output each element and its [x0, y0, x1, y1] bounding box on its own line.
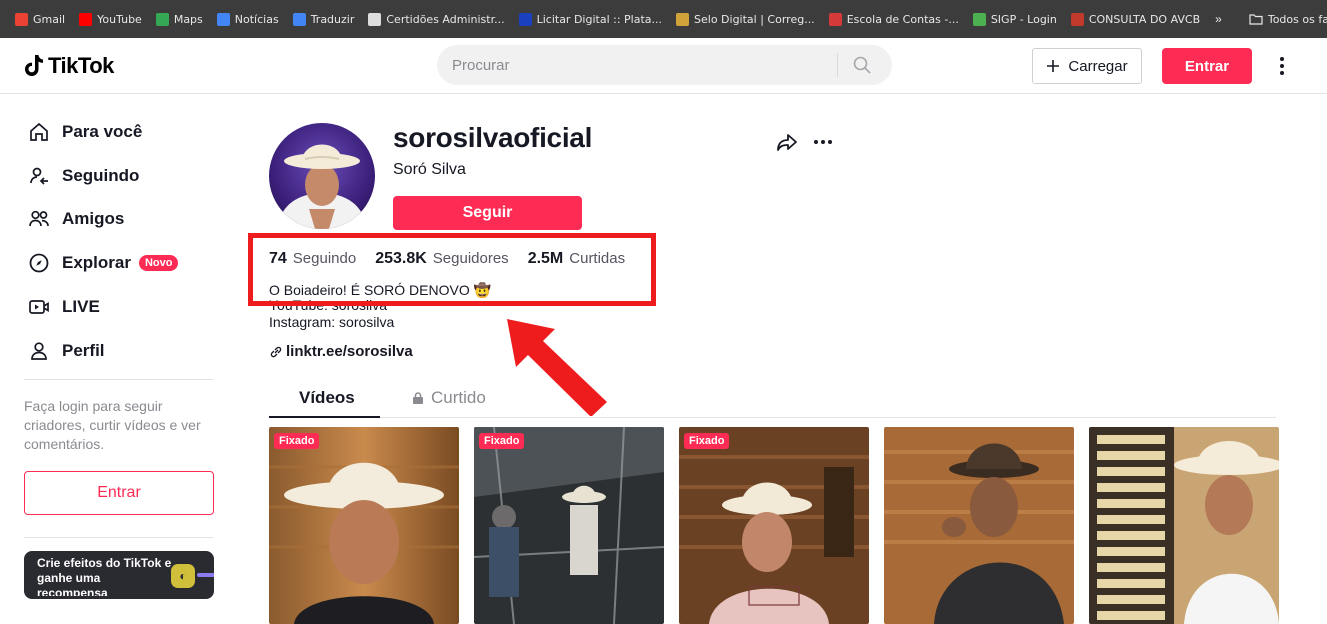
video-card[interactable] [1089, 427, 1279, 624]
selo-icon [676, 12, 690, 26]
effects-banner-bar [197, 573, 214, 577]
bookmark-certidoes[interactable]: Certidões Administr... [361, 12, 511, 26]
upload-label: Carregar [1068, 57, 1128, 75]
sidebar: Para você Seguindo Amigos Explorar Novo … [0, 95, 240, 624]
sidebar-login-button[interactable]: Entrar [24, 471, 214, 515]
news-icon [216, 12, 230, 26]
bookmark-gmail[interactable]: Gmail [8, 12, 72, 26]
bookmarks-overflow-button[interactable]: » [1207, 12, 1230, 26]
effects-banner[interactable]: Crie efeitos do TikTok e ganhe uma recom… [24, 551, 214, 599]
sidebar-divider [24, 537, 214, 538]
active-tab-indicator [269, 416, 380, 418]
pinned-badge: Fixado [274, 433, 320, 449]
bookmark-selo[interactable]: Selo Digital | Correg... [669, 12, 822, 26]
bookmark-licitar[interactable]: Licitar Digital :: Plata... [512, 12, 669, 26]
new-badge: Novo [138, 255, 179, 271]
dot [828, 140, 832, 144]
licitar-icon [518, 12, 532, 26]
escola-icon [828, 12, 842, 26]
sigp-icon [972, 12, 986, 26]
sidebar-item-explore[interactable]: Explorar Novo [28, 252, 179, 274]
share-icon[interactable] [776, 131, 798, 153]
profile-tabs: Vídeos Curtido [269, 380, 1276, 418]
dot [821, 140, 825, 144]
youtube-icon [79, 12, 93, 26]
bookmarks-bar: Gmail YouTube Maps Notícias Traduzir Cer… [0, 0, 1327, 38]
sidebar-item-live[interactable]: LIVE [28, 296, 100, 318]
sidebar-item-friends[interactable]: Amigos [28, 208, 124, 230]
bio-line: Instagram: sorosilva [269, 314, 395, 330]
following-icon [30, 167, 48, 185]
folder-icon [1249, 14, 1263, 25]
effects-banner-text: Crie efeitos do TikTok e ganhe uma recom… [37, 556, 172, 596]
search-icon [853, 56, 871, 74]
bookmark-youtube[interactable]: YouTube [72, 12, 149, 26]
bookmark-avcb[interactable]: CONSULTA DO AVCB [1064, 12, 1207, 26]
bookmark-translate[interactable]: Traduzir [286, 12, 362, 26]
translate-icon [292, 12, 306, 26]
avatar [269, 123, 375, 229]
top-header: TikTok Carregar Entrar [0, 38, 1327, 94]
friends-icon [29, 210, 49, 227]
sidebar-divider [24, 379, 214, 380]
bookmark-sigp[interactable]: SIGP - Login [966, 12, 1064, 26]
login-hint-text: Faça login para seguir criadores, curtir… [24, 398, 201, 452]
bookmark-escola[interactable]: Escola de Contas -... [822, 12, 966, 26]
sidebar-item-profile[interactable]: Perfil [28, 340, 105, 362]
video-card[interactable]: Fixado [474, 427, 664, 624]
maps-icon [155, 12, 169, 26]
profile-nickname: Soró Silva [393, 161, 466, 178]
profile-more-icon[interactable] [814, 133, 838, 151]
effect-house-icon: ◐ [171, 564, 195, 588]
certidoes-icon [368, 12, 382, 26]
sidebar-item-following[interactable]: Seguindo [28, 165, 139, 187]
dot [1280, 57, 1284, 61]
link-icon [270, 346, 282, 357]
video-thumbnail [474, 427, 664, 624]
all-bookmarks-button[interactable]: Todos os favoritos [1242, 13, 1327, 26]
video-grid: Fixado Fixado Fixado [269, 427, 1279, 624]
video-thumbnail [269, 427, 459, 624]
dot [814, 140, 818, 144]
follow-button[interactable]: Seguir [393, 196, 582, 230]
bookmark-news[interactable]: Notícias [210, 12, 286, 26]
profile-link-text: linktr.ee/sorosilva [286, 343, 413, 360]
compass-icon [29, 253, 49, 273]
pinned-badge: Fixado [479, 433, 525, 449]
plus-icon [1047, 60, 1060, 72]
upload-button[interactable]: Carregar [1032, 48, 1142, 84]
search-input[interactable] [437, 56, 837, 74]
video-card[interactable]: Fixado [269, 427, 459, 624]
profile-username: sorosilvaoficial [393, 122, 593, 153]
tab-videos[interactable]: Vídeos [299, 388, 355, 408]
sidebar-item-for-you[interactable]: Para você [28, 121, 142, 143]
avatar-image [280, 144, 364, 229]
search-button[interactable] [838, 45, 886, 85]
header-login-button[interactable]: Entrar [1162, 48, 1252, 84]
avcb-icon [1070, 12, 1084, 26]
profile-link[interactable]: linktr.ee/sorosilva [269, 343, 413, 360]
tab-liked[interactable]: Curtido [411, 388, 486, 408]
pinned-badge: Fixado [684, 433, 730, 449]
video-card[interactable]: Fixado [679, 427, 869, 624]
lock-icon [413, 392, 423, 404]
profile-icon [31, 342, 47, 360]
dot [1280, 71, 1284, 75]
video-card[interactable] [884, 427, 1074, 624]
dot [1280, 64, 1284, 68]
video-thumbnail [884, 427, 1074, 624]
video-thumbnail [1089, 427, 1279, 624]
highlight-box [248, 233, 656, 306]
home-icon [30, 122, 48, 141]
more-options-button[interactable] [1272, 52, 1292, 80]
bookmark-maps[interactable]: Maps [149, 12, 210, 26]
video-thumbnail [679, 427, 869, 624]
search-bar [437, 45, 892, 85]
logo-text: TikTok [48, 53, 114, 78]
tiktok-note-icon [25, 55, 43, 76]
gmail-icon [15, 12, 28, 26]
tiktok-logo[interactable]: TikTok [24, 53, 114, 79]
live-icon [29, 300, 49, 314]
